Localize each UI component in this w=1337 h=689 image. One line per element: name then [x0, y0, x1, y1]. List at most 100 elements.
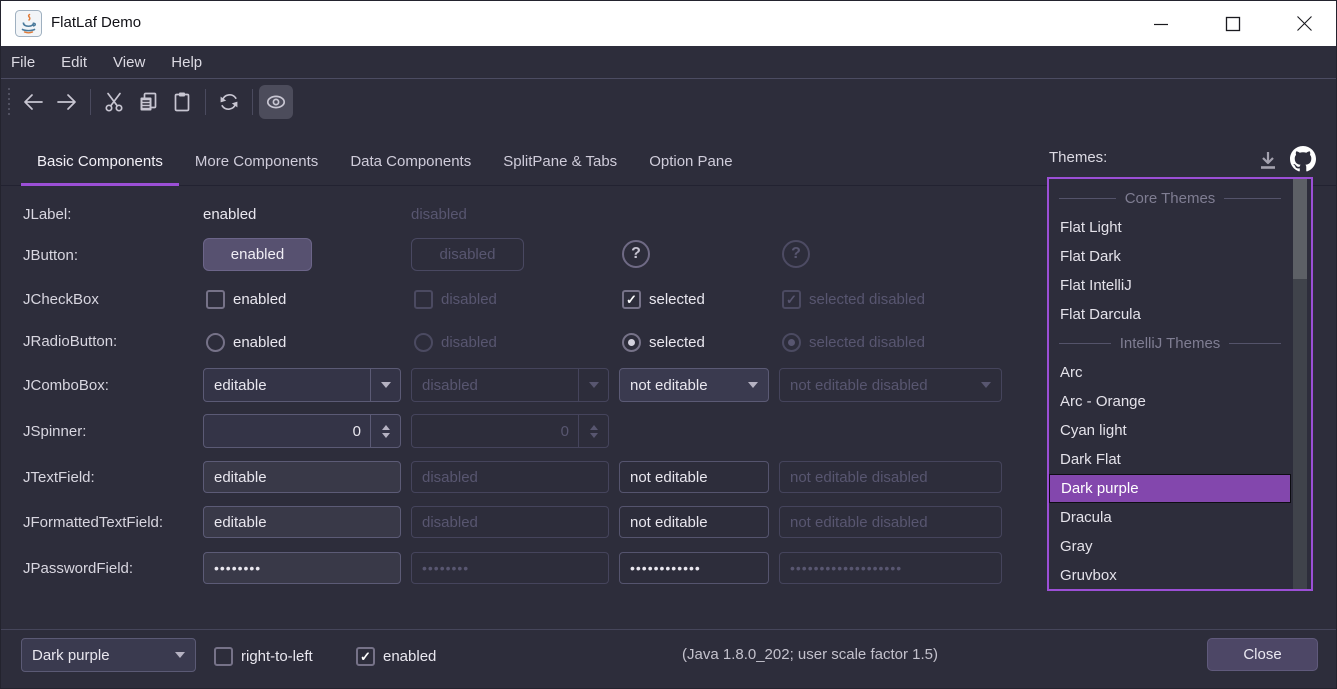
lookandfeel-combobox[interactable]: Dark purple	[21, 638, 196, 672]
forward-button[interactable]	[50, 85, 84, 119]
enabled-button[interactable]: enabled	[203, 238, 312, 271]
github-link-button[interactable]	[1289, 145, 1317, 173]
menu-help[interactable]: Help	[158, 46, 215, 79]
jlabel-enabled: enabled	[203, 206, 256, 223]
jformattedtextfield-row-label: JFormattedTextField:	[23, 514, 163, 531]
checkbox-disabled: disabled	[414, 288, 497, 310]
java-logo-icon	[15, 10, 42, 37]
radio-selected[interactable]: selected	[622, 331, 705, 353]
themes-scrollbar-thumb[interactable]	[1293, 179, 1307, 279]
spinner-disabled: 0	[411, 414, 609, 448]
maximize-button[interactable]	[1210, 1, 1256, 46]
download-themes-button[interactable]	[1254, 147, 1282, 173]
formatted-textfield-editable[interactable]: editable	[203, 506, 401, 538]
toolbar-separator	[205, 89, 206, 115]
download-icon	[1257, 149, 1279, 171]
theme-item-flat-dark[interactable]: Flat Dark	[1049, 242, 1291, 271]
theme-item-dark-purple[interactable]: Dark purple	[1049, 474, 1291, 503]
github-icon	[1290, 146, 1316, 172]
arrow-right-icon	[56, 91, 78, 113]
tab-data-components[interactable]: Data Components	[334, 138, 487, 185]
close-button[interactable]: Close	[1207, 638, 1318, 671]
tab-splitpane-tabs[interactable]: SplitPane & Tabs	[487, 138, 633, 185]
combobox-disabled: disabled	[411, 368, 609, 402]
flatlaf-demo-window: FlatLaf Demo File Edit View Help	[0, 0, 1337, 689]
theme-item-arc-orange[interactable]: Arc - Orange	[1049, 387, 1291, 416]
spinner-arrows-icon[interactable]	[370, 415, 400, 447]
toolbar	[1, 80, 1336, 123]
radio-enabled[interactable]: enabled	[206, 331, 286, 353]
theme-item-gray[interactable]: Gray	[1049, 532, 1291, 561]
refresh-button[interactable]	[212, 85, 246, 119]
close-window-button[interactable]	[1281, 1, 1327, 46]
enabled-checkbox[interactable]: ✓enabled	[356, 645, 436, 667]
status-text: (Java 1.8.0_202; user scale factor 1.5)	[682, 646, 938, 663]
toolbar-grip[interactable]	[8, 88, 10, 115]
theme-item-arc[interactable]: Arc	[1049, 358, 1291, 387]
checkbox-checked-icon: ✓	[782, 290, 801, 309]
help-button-disabled: ?	[782, 240, 810, 268]
radio-selected-icon	[782, 333, 801, 352]
textfield-not-editable-disabled: not editable disabled	[779, 461, 1002, 493]
menu-edit[interactable]: Edit	[48, 46, 100, 79]
textfield-not-editable: not editable	[619, 461, 769, 493]
theme-item-flat-darcula[interactable]: Flat Darcula	[1049, 300, 1291, 329]
theme-item-flat-light[interactable]: Flat Light	[1049, 213, 1291, 242]
password-field-editable[interactable]: ••••••••	[203, 552, 401, 584]
themes-separator: Core Themes	[1049, 184, 1291, 213]
radio-icon	[414, 333, 433, 352]
copy-button[interactable]	[131, 85, 165, 119]
theme-item-dark-flat[interactable]: Dark Flat	[1049, 445, 1291, 474]
right-to-left-checkbox[interactable]: right-to-left	[214, 645, 313, 667]
bottom-separator	[1, 629, 1336, 630]
clipboard-icon	[171, 91, 193, 113]
refresh-icon	[218, 91, 240, 113]
combobox-not-editable[interactable]: not editable	[619, 368, 769, 402]
jbutton-row-label: JButton:	[23, 247, 78, 264]
themes-scrollbar-track[interactable]	[1293, 179, 1307, 589]
menubar: File Edit View Help	[1, 46, 1336, 79]
spinner-enabled[interactable]: 0	[203, 414, 401, 448]
formatted-textfield-not-editable-disabled: not editable disabled	[779, 506, 1002, 538]
formatted-textfield-disabled: disabled	[411, 506, 609, 538]
password-field-not-editable: ••••••••••••	[619, 552, 769, 584]
paste-button[interactable]	[165, 85, 199, 119]
cut-button[interactable]	[97, 85, 131, 119]
arrow-left-icon	[22, 91, 44, 113]
password-field-disabled: ••••••••	[411, 552, 609, 584]
scissors-icon	[103, 91, 125, 113]
theme-item-flat-intellij[interactable]: Flat IntelliJ	[1049, 271, 1291, 300]
radio-selected-disabled: selected disabled	[782, 331, 925, 353]
checkbox-selected[interactable]: ✓selected	[622, 288, 705, 310]
password-field-not-editable-disabled: •••••••••••••••••••	[779, 552, 1002, 584]
jspinner-row-label: JSpinner:	[23, 423, 86, 440]
textfield-editable[interactable]: editable	[203, 461, 401, 493]
jcheckbox-row-label: JCheckBox	[23, 291, 99, 308]
chevron-down-icon[interactable]	[370, 369, 400, 401]
show-hidden-toggle-button[interactable]	[259, 85, 293, 119]
menu-view[interactable]: View	[100, 46, 158, 79]
minimize-button[interactable]	[1138, 1, 1184, 46]
checkbox-enabled[interactable]: enabled	[206, 288, 286, 310]
tab-option-pane[interactable]: Option Pane	[633, 138, 748, 185]
back-button[interactable]	[16, 85, 50, 119]
jpasswordfield-row-label: JPasswordField:	[23, 560, 133, 577]
tab-basic-components[interactable]: Basic Components	[21, 138, 179, 185]
jlabel-disabled: disabled	[411, 206, 467, 223]
checkbox-checked-icon: ✓	[356, 647, 375, 666]
themes-label: Themes:	[1049, 149, 1107, 166]
titlebar[interactable]: FlatLaf Demo	[1, 1, 1336, 46]
combobox-editable[interactable]: editable	[203, 368, 401, 402]
tab-more-components[interactable]: More Components	[179, 138, 334, 185]
menu-file[interactable]: File	[1, 46, 48, 79]
chevron-down-icon[interactable]	[165, 639, 195, 671]
theme-item-gruvbox[interactable]: Gruvbox	[1049, 561, 1291, 590]
window-title: FlatLaf Demo	[51, 14, 141, 31]
theme-item-dracula[interactable]: Dracula	[1049, 503, 1291, 532]
toolbar-separator	[90, 89, 91, 115]
theme-item-cyan-light[interactable]: Cyan light	[1049, 416, 1291, 445]
chevron-down-icon[interactable]	[738, 369, 768, 401]
copy-icon	[137, 91, 159, 113]
help-button[interactable]: ?	[622, 240, 650, 268]
disabled-button: disabled	[411, 238, 524, 271]
